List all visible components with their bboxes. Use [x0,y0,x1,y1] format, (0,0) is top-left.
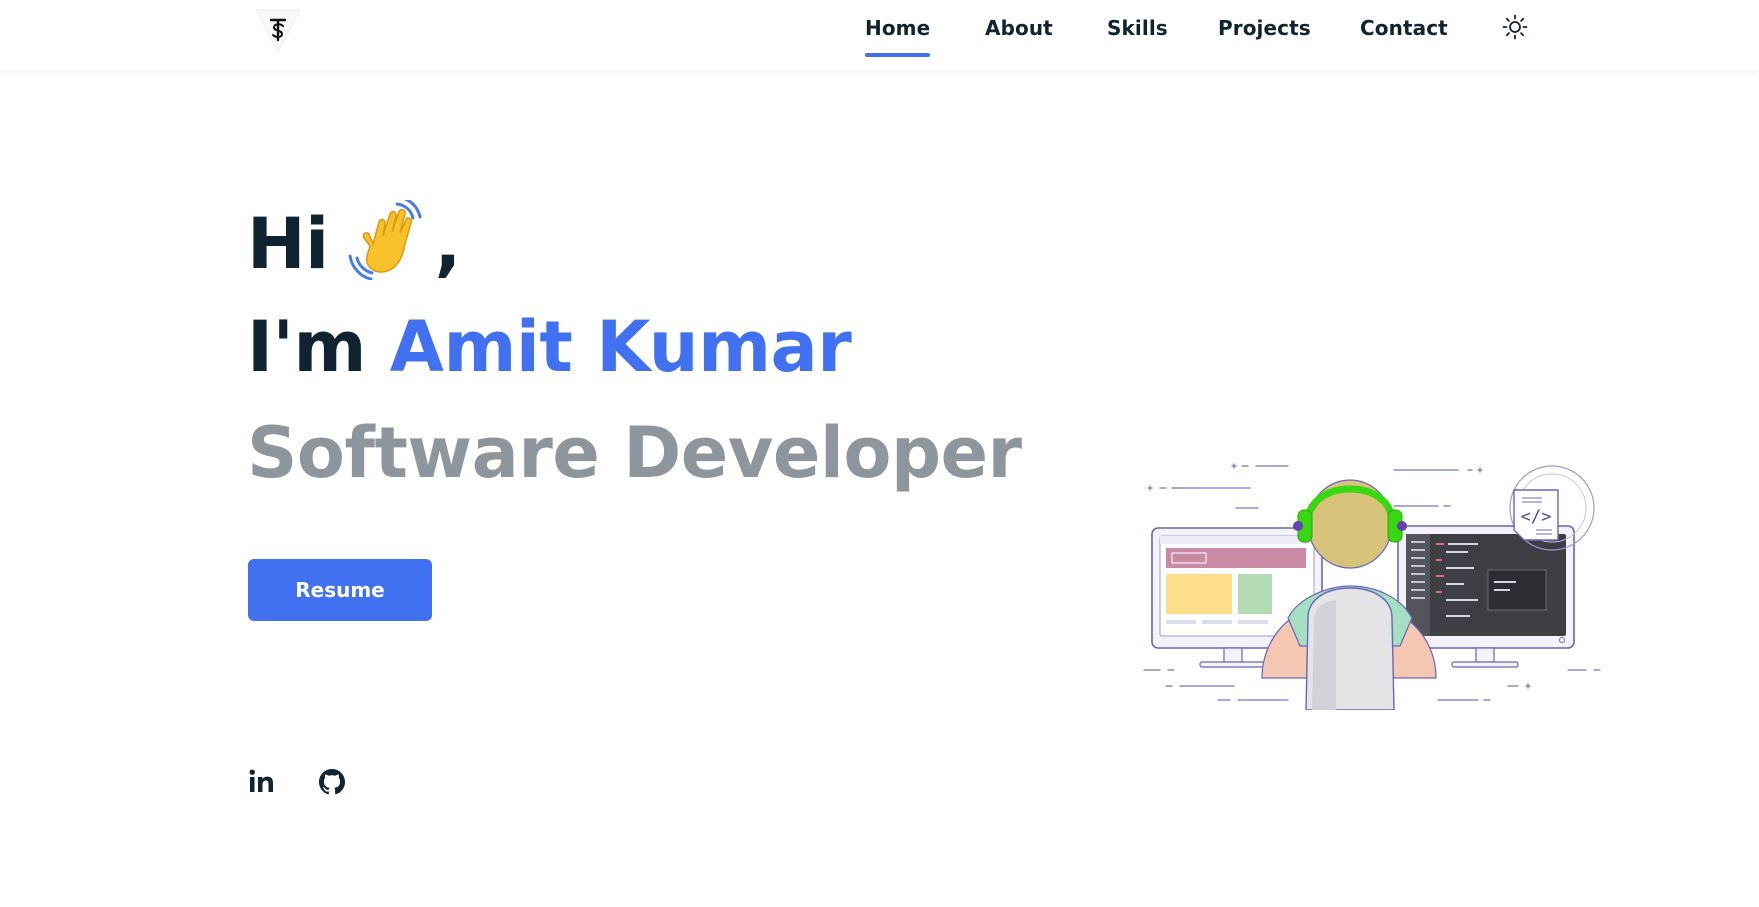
linkedin-icon[interactable] [246,766,278,798]
nav-home[interactable]: Home [865,16,931,62]
greeting-text: Hi [247,203,329,285]
waving-hand-icon [347,200,431,280]
github-icon[interactable] [316,766,348,798]
ts-logo-icon[interactable] [254,6,302,54]
greeting-suffix: , [434,203,462,285]
hero-intro: I'm Amit Kumar [247,306,852,388]
hero-role: Software Developer [247,412,1022,494]
nav-contact[interactable]: Contact [1360,16,1448,62]
resume-button[interactable]: Resume [248,559,432,621]
nav-about[interactable]: About [985,16,1053,62]
hero-greeting: Hi , [247,200,461,285]
sun-icon[interactable] [1502,14,1528,40]
developer-at-desk-illustration: </> [1138,450,1604,710]
nav-skills[interactable]: Skills [1107,16,1168,62]
site-header: Home About Skills Projects Contact [0,0,1759,70]
svg-text:</>: </> [1521,507,1552,527]
nav-projects[interactable]: Projects [1218,16,1311,62]
intro-prefix: I'm [247,306,366,388]
hero-name: Amit Kumar [389,306,852,388]
